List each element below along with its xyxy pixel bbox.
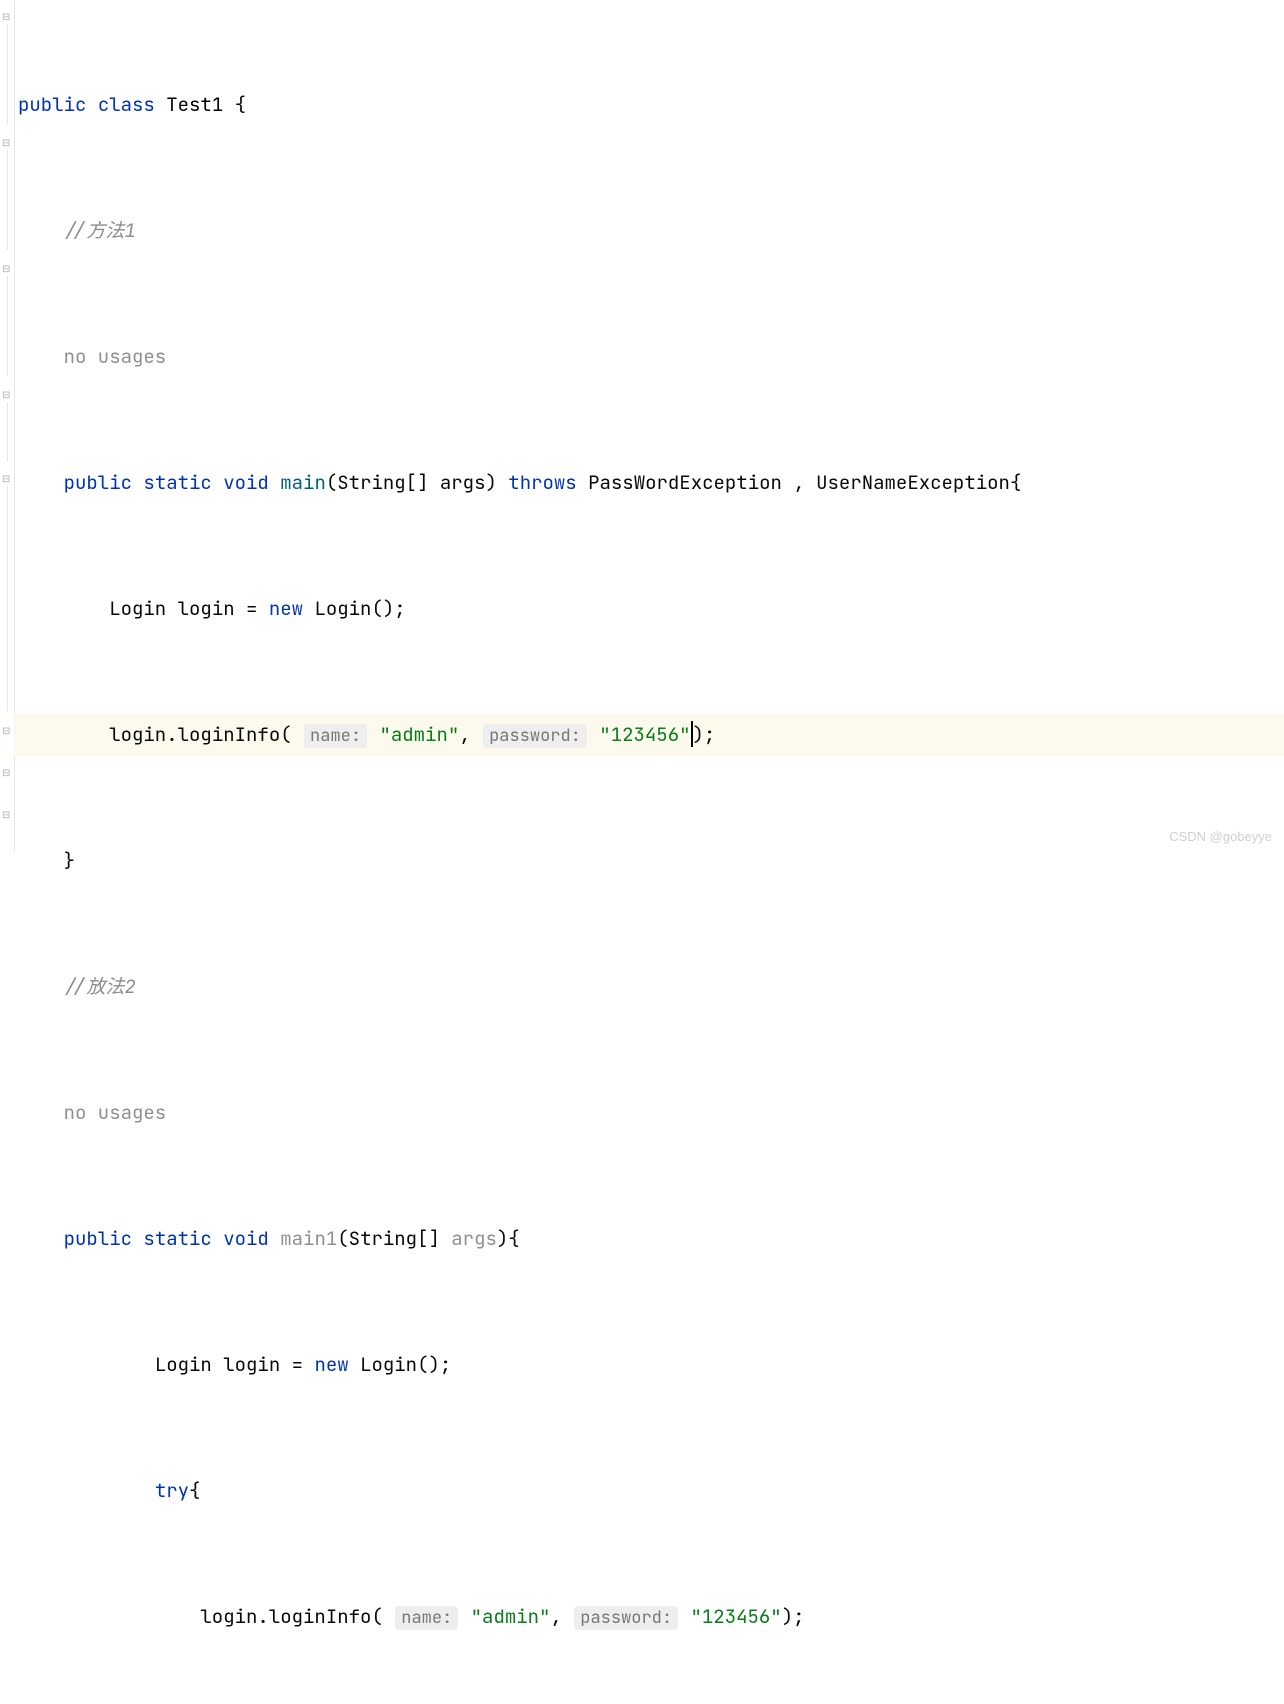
code-editor[interactable]: public class Test1 { //方法1 no usages pub… [14, 0, 1284, 1704]
param-hint-name: name: [304, 724, 367, 748]
string-123456: "123456" [599, 722, 690, 747]
comment-text: 放法2 [86, 974, 135, 999]
usages-hint[interactable]: no usages [14, 336, 1284, 378]
param-hint-password: password: [483, 724, 587, 748]
code-line[interactable]: //放法2 [14, 966, 1284, 1008]
fold-icon[interactable]: ⊟ [2, 12, 12, 22]
fold-icon[interactable]: ⊟ [2, 474, 12, 484]
param-hint-name: name: [395, 1606, 458, 1630]
no-usages-label: no usages [64, 1100, 167, 1125]
text-cursor [691, 721, 693, 747]
param-hint-password: password: [574, 1606, 678, 1630]
code-line[interactable]: try{ [14, 1470, 1284, 1512]
fold-icon[interactable]: ⊟ [2, 138, 12, 148]
comment-text: 方法1 [86, 218, 135, 243]
fold-icon[interactable]: ⊟ [2, 726, 12, 736]
fold-icon[interactable]: ⊟ [2, 810, 12, 820]
comment-slash: // [64, 218, 87, 243]
code-line[interactable]: } [14, 840, 1284, 882]
code-line[interactable]: public static void main(String[] args) t… [14, 462, 1284, 504]
code-line[interactable]: public static void main1(String[] args){ [14, 1218, 1284, 1260]
fold-icon[interactable]: ⊟ [2, 768, 12, 778]
watermark: CSDN @gobeyye [1169, 829, 1272, 844]
code-line[interactable]: Login login = new Login(); [14, 588, 1284, 630]
class-name: Test1 [166, 92, 223, 117]
no-usages-label: no usages [64, 344, 167, 369]
code-line[interactable]: //方法1 [14, 210, 1284, 252]
fold-icon[interactable]: ⊟ [2, 264, 12, 274]
code-line[interactable]: public class Test1 { [14, 84, 1284, 126]
method-main1: main1 [280, 1226, 337, 1251]
method-main: main [280, 470, 326, 495]
string-admin: "admin" [379, 722, 459, 747]
keyword-class: class [98, 92, 155, 117]
current-line[interactable]: login.loginInfo( name: "admin", password… [14, 714, 1284, 756]
editor-gutter: ⊟ ⊟ ⊟ ⊟ ⊟ ⊟ ⊟ ⊟ [0, 0, 15, 852]
code-line[interactable]: Login login = new Login(); [14, 1344, 1284, 1386]
keyword-public: public [18, 92, 86, 117]
code-line[interactable]: login.loginInfo( name: "admin", password… [14, 1596, 1284, 1638]
usages-hint[interactable]: no usages [14, 1092, 1284, 1134]
fold-icon[interactable]: ⊟ [2, 390, 12, 400]
